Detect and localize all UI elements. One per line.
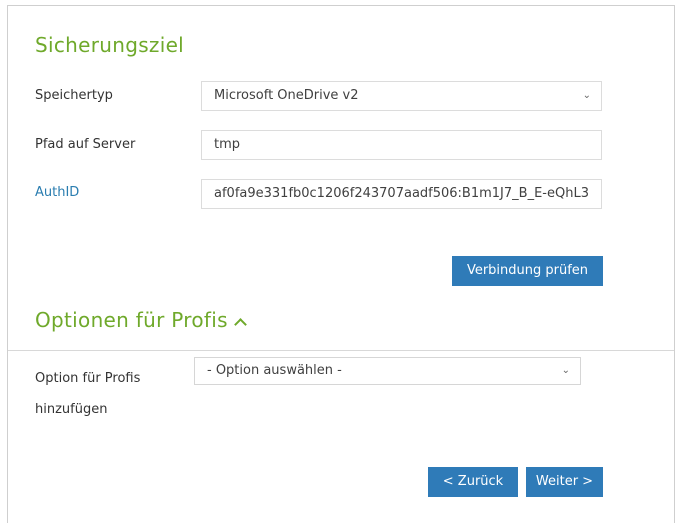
authid-value: af0fa9e331fb0c1206f243707aadf506:B1m1J7_… xyxy=(214,186,589,201)
section-header-pro-options[interactable]: Optionen für Profis xyxy=(35,308,247,332)
chevron-up-icon[interactable] xyxy=(233,318,247,331)
storage-type-select[interactable]: Microsoft OneDrive v2 ⌄ xyxy=(201,81,602,111)
server-path-input[interactable]: tmp xyxy=(201,130,602,160)
server-path-label: Pfad auf Server xyxy=(35,137,136,152)
authid-input[interactable]: af0fa9e331fb0c1206f243707aadf506:B1m1J7_… xyxy=(201,179,602,209)
next-button[interactable]: Weiter > xyxy=(526,467,603,497)
section-title-pro-options: Optionen für Profis xyxy=(35,308,228,332)
storage-type-value: Microsoft OneDrive v2 xyxy=(214,88,359,103)
chevron-down-icon: ⌄ xyxy=(582,90,591,101)
storage-type-label: Speichertyp xyxy=(35,88,113,103)
add-option-label-line1: Option für Profis xyxy=(35,371,141,386)
add-option-label-line2: hinzufügen xyxy=(35,402,108,417)
server-path-value: tmp xyxy=(214,137,241,152)
authid-label[interactable]: AuthID xyxy=(35,185,79,200)
pro-option-select[interactable]: - Option auswählen - ⌄ xyxy=(194,357,581,385)
pro-option-placeholder: - Option auswählen - xyxy=(207,363,342,378)
wizard-panel: Sicherungsziel Speichertyp Microsoft One… xyxy=(7,5,675,523)
back-button[interactable]: < Zurück xyxy=(428,467,518,497)
chevron-down-icon: ⌄ xyxy=(561,365,570,376)
check-connection-button[interactable]: Verbindung prüfen xyxy=(452,256,603,286)
section-divider xyxy=(8,350,674,351)
section-title-backup-target: Sicherungsziel xyxy=(35,33,185,57)
